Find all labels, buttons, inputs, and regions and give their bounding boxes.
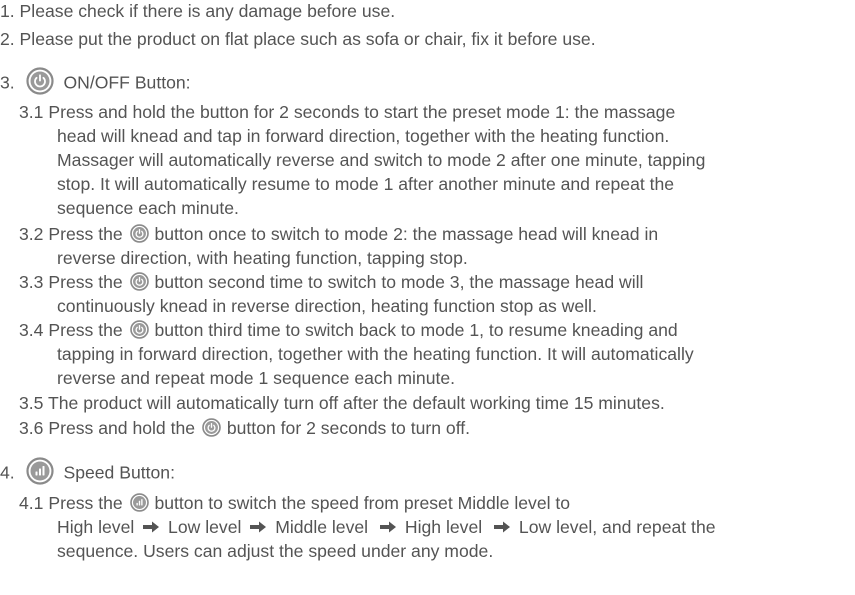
speed-level-high-2: High level <box>404 517 483 537</box>
step-3-2-text-b: button once to switch to mode 2: the mas… <box>154 224 659 244</box>
step-3-4-text-b: button third time to switch back to mode… <box>154 320 678 340</box>
step-3-2-line-1: 3.2 Press the button once to switch to m… <box>19 222 658 246</box>
arrow-right-icon <box>379 515 397 539</box>
speed-level-middle: Middle level <box>275 517 369 537</box>
step-3-6-text-b: button for 2 seconds to turn off. <box>226 418 471 438</box>
section-4-title: Speed Button: <box>63 462 175 483</box>
section-3-title: ON/OFF Button: <box>63 72 191 93</box>
step-3-1-line-5: sequence each minute. <box>57 198 239 218</box>
arrow-right-icon <box>249 515 267 539</box>
step-3-5: 3.5 The product will automatically turn … <box>19 393 665 413</box>
power-icon <box>129 224 149 243</box>
step-3-3-line-2: continuously knead in reverse direction,… <box>57 296 597 316</box>
instruction-1: 1. Please check if there is any damage b… <box>0 1 396 21</box>
step-3-3-text-a: 3.3 Press the <box>19 272 123 292</box>
step-3-1-line-3: Massager will automatically reverse and … <box>57 150 706 170</box>
arrow-right-icon <box>493 515 511 539</box>
step-3-3-line-1: 3.3 Press the button second time to swit… <box>19 270 643 294</box>
step-3-4-text-a: 3.4 Press the <box>19 320 123 340</box>
speed-icon <box>129 493 149 512</box>
step-4-1-line-2: High level Low level Middle level High l… <box>57 515 716 540</box>
step-3-1-line-2: head will knead and tap in forward direc… <box>57 126 670 146</box>
speed-level-low: Low level <box>168 517 242 537</box>
step-3-6: 3.6 Press and hold the button for 2 seco… <box>19 416 470 440</box>
power-icon <box>25 67 54 95</box>
step-3-2-line-2: reverse direction, with heating function… <box>57 248 468 268</box>
step-3-4-line-2: tapping in forward direction, together w… <box>57 344 694 364</box>
step-4-1-line-3: sequence. Users can adjust the speed und… <box>57 541 494 561</box>
arrow-right-icon <box>142 515 160 539</box>
step-3-3-text-b: button second time to switch to mode 3, … <box>154 272 644 292</box>
step-4-1-text-b: button to switch the speed from preset M… <box>154 493 571 513</box>
power-icon <box>129 272 149 291</box>
speed-icon <box>25 457 54 485</box>
section-3-heading: 3. ON/OFF Button: <box>0 67 191 98</box>
instruction-2: 2. Please put the product on flat place … <box>0 29 596 49</box>
power-icon <box>129 320 149 339</box>
step-3-2-text-a: 3.2 Press the <box>19 224 123 244</box>
speed-level-low-2: Low level, and repeat the <box>518 517 716 537</box>
step-3-1-line-4: stop. It will automatically resume to mo… <box>57 174 675 194</box>
step-3-6-text-a: 3.6 Press and hold the <box>19 418 196 438</box>
section-4-number: 4. <box>0 462 15 483</box>
power-icon <box>202 418 221 437</box>
section-4-heading: 4. Speed Button: <box>0 457 175 488</box>
step-4-1-line-1: 4.1 Press the button to switch the speed… <box>19 491 570 515</box>
step-4-1-text-a: 4.1 Press the <box>19 493 123 513</box>
step-3-4-line-3: reverse and repeat mode 1 sequence each … <box>57 368 456 388</box>
instruction-page: { "items": { "i1": "1. Please check if t… <box>0 0 855 595</box>
step-3-1-line-1: 3.1 Press and hold the button for 2 seco… <box>19 102 676 122</box>
speed-level-high: High level <box>57 517 135 537</box>
section-3-number: 3. <box>0 72 15 93</box>
step-3-4-line-1: 3.4 Press the button third time to switc… <box>19 318 678 342</box>
